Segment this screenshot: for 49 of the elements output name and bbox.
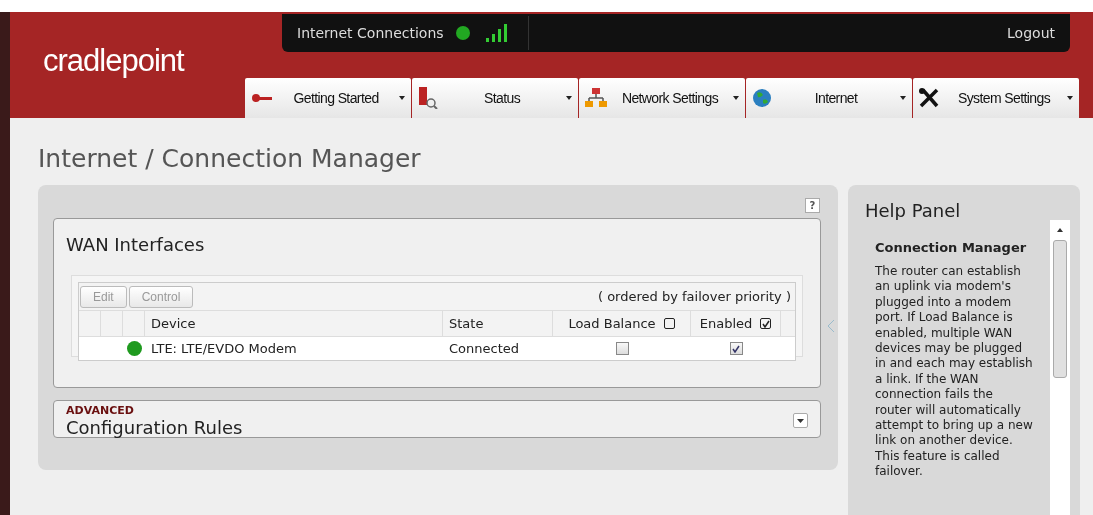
scroll-thumb[interactable]	[1053, 240, 1067, 378]
caret-icon	[399, 96, 405, 100]
column-header: Enabled	[699, 314, 753, 333]
tab-label: Status	[482, 88, 522, 108]
section-kicker: ADVANCED	[66, 403, 134, 419]
expand-button[interactable]	[793, 413, 808, 428]
tab-label: Network Settings	[620, 88, 720, 108]
caret-icon	[1067, 96, 1073, 100]
order-note: ( ordered by failover priority )	[597, 287, 791, 306]
logout-link[interactable]: Logout	[1007, 22, 1055, 44]
table-cell: LTE: LTE/EVDO Modem	[151, 340, 297, 356]
caret-icon	[797, 418, 804, 423]
globe-icon	[752, 88, 772, 108]
column-header: State	[449, 314, 484, 333]
checkbox[interactable]	[663, 318, 675, 329]
nav-tab[interactable]: Internet	[746, 78, 912, 118]
help-button[interactable]: ?	[805, 198, 820, 213]
column-header: Device	[151, 314, 196, 333]
help-heading: Connection Manager	[875, 239, 1027, 257]
section-title: WAN Interfaces	[66, 233, 205, 257]
tab-label: System Settings	[956, 88, 1052, 108]
nav-tab[interactable]: Getting Started	[245, 78, 411, 118]
nav-tab[interactable]: System Settings	[913, 78, 1079, 118]
tab-label: Internet	[813, 88, 859, 108]
checkbox[interactable]	[729, 342, 743, 355]
section-title: Configuration Rules	[66, 416, 243, 440]
table-cell: Connected	[449, 340, 519, 356]
check-icon	[732, 344, 740, 353]
document-magnifier-icon	[418, 87, 438, 109]
help-text: The router can establish an uplink via modem's plugged into a modem port. If Load Balance is enabled, multiple WAN devices may be plugged in and each may establish a link. If the WAN connection fails the router will automatically attempt to bring up a new link on another device. This feature is called failover.	[875, 264, 1033, 480]
pointer-icon	[827, 320, 835, 332]
nav-tab[interactable]: Network Settings	[579, 78, 745, 118]
caret-icon	[900, 96, 906, 100]
logo: cradlepoint	[43, 42, 184, 80]
checkbox[interactable]	[615, 342, 629, 355]
connection-label: Internet Connections	[297, 23, 444, 43]
nav-tab[interactable]: Status	[412, 78, 578, 118]
scroll-up-icon	[1057, 228, 1063, 232]
column-header: Load Balance	[568, 314, 656, 333]
check-icon	[761, 319, 770, 328]
key-icon	[251, 93, 273, 103]
caret-icon	[566, 96, 572, 100]
page-title: Internet / Connection Manager	[38, 143, 421, 175]
checkbox[interactable]	[760, 318, 772, 329]
network-icon	[585, 88, 607, 108]
caret-icon	[733, 96, 739, 100]
tab-label: Getting Started	[292, 88, 380, 108]
signal-bars-icon	[485, 24, 510, 42]
panel-title: Help Panel	[865, 199, 961, 223]
